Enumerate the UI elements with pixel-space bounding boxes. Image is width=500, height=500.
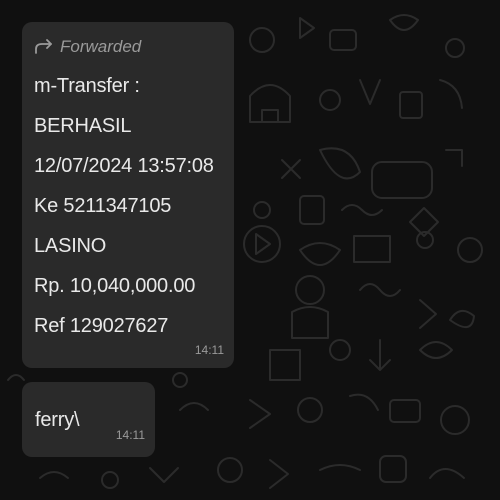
message-text: m-Transfer : BERHASIL 12/07/2024 13:57:0… bbox=[34, 66, 222, 346]
message-line: Ke 5211347105 bbox=[34, 195, 172, 217]
message-line: Rp. 10,040,000.00 bbox=[34, 275, 196, 297]
message-line: Ref 129027627 bbox=[34, 315, 169, 337]
forwarded-indicator: Forwarded bbox=[34, 35, 222, 59]
message-line: LASINO bbox=[34, 235, 107, 257]
message-line: m-Transfer : bbox=[34, 75, 140, 97]
message-timestamp: 14:11 bbox=[194, 343, 224, 357]
chat-window: Forwarded m-Transfer : BERHASIL 12/07/20… bbox=[0, 0, 500, 500]
message-bubble[interactable]: ferry\ 14:11 bbox=[22, 382, 155, 457]
message-timestamp: 14:11 bbox=[115, 428, 145, 442]
message-bubble-forwarded[interactable]: Forwarded m-Transfer : BERHASIL 12/07/20… bbox=[22, 22, 234, 368]
forwarded-label: Forwarded bbox=[60, 37, 142, 56]
message-line: BERHASIL bbox=[34, 115, 132, 137]
forward-arrow-icon bbox=[34, 39, 54, 55]
message-line: 12/07/2024 13:57:08 bbox=[34, 155, 214, 177]
